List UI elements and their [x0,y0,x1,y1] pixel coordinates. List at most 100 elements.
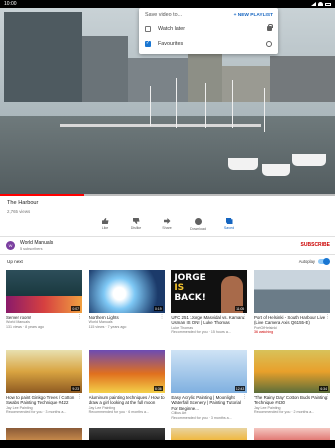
video-card-stats: 36 watching [253,330,274,335]
status-bar: 10:00 [0,0,335,8]
video-frame-building [4,12,82,102]
video-card[interactable]: 6:36 Aluminum painting techniques / How … [88,350,165,420]
more-options-icon[interactable]: ⋮ [242,394,247,400]
more-options-icon[interactable]: ⋮ [325,314,330,320]
thumbnail-caption-line: BACK! [174,293,206,303]
video-card[interactable] [253,428,330,440]
video-card[interactable]: Port of Helsinki - South Harbour Live (L… [253,270,330,335]
share-button[interactable]: Share [154,218,180,236]
video-card-stats: 131 views · 8 years ago [6,324,44,329]
autoplay-label: Autoplay [298,259,315,264]
video-thumbnail[interactable]: 0:07 [6,270,82,313]
video-card-stats: 115 views · 7 years ago [88,324,127,329]
video-card-stats: Recommended for you · 3 months a... [6,410,67,415]
video-thumbnail[interactable] [171,428,248,440]
more-options-icon[interactable]: ⋮ [325,394,330,400]
video-card[interactable]: 12:43 Easy Acrylic Painting | Moonlight … [171,350,248,420]
video-thumbnail[interactable]: JORGE IS BACK! 11:05 [171,270,248,313]
video-card[interactable]: 6:34 'The Rainy Day' Cotton Buds Paintin… [253,350,330,420]
dislike-button[interactable]: Dislike [123,218,149,236]
video-card[interactable]: 9:23 How to paint Ginkgo Trees / Cotton … [6,350,82,420]
more-options-icon[interactable]: ⋮ [77,394,82,400]
video-card[interactable] [171,428,248,440]
more-options-icon[interactable]: ⋮ [242,314,247,320]
video-card-title: UFC 251 :Jorge Masvidal vs. Kamaru Usman… [171,315,245,326]
video-card[interactable]: 0:19 Northern Lights World Manuals 115 v… [88,270,165,335]
video-thumbnail[interactable]: 6:34 [253,350,330,393]
video-thumbnail[interactable]: 12:43 [171,350,248,393]
share-label: Share [162,226,172,230]
video-card-title: Easy Acrylic Painting | Moonlight Waterf… [171,395,241,411]
video-duration: 0:19 [154,306,163,311]
video-frame-mast [232,80,233,128]
video-thumbnail[interactable]: 6:36 [88,350,165,393]
thumb-up-icon [101,218,109,224]
playlist-option-favourites[interactable]: ✓ Favourites [139,36,278,51]
watch-later-checkbox[interactable] [145,25,151,32]
video-card-stats: Recommended for you · 2 months a... [253,410,315,415]
video-frame-building [222,66,270,102]
video-title: The Harbour [7,200,39,206]
save-dialog-header: Save video to... + NEW PLAYLIST [139,8,278,21]
subscribe-button[interactable]: SUBSCRIBE [301,242,330,248]
video-thumbnail[interactable] [88,428,165,440]
channel-info[interactable]: World Manuals 5 subscribers [20,240,301,251]
like-button[interactable]: Like [92,218,118,236]
video-frame-boat [228,158,258,170]
video-card[interactable]: 0:07 Server room! World Manuals 131 view… [6,270,82,335]
autoplay-control: Autoplay [298,258,330,265]
video-card-stats: Recommended for you · 15 hours a... [171,330,231,335]
battery-icon [325,2,331,6]
system-navigation-bar [0,440,335,448]
download-button[interactable]: Download [185,218,211,236]
video-card-stats: Recommended for you · 6 months a... [88,410,149,415]
video-thumbnail[interactable]: 9:23 [6,350,82,393]
video-frame-mast [176,78,177,128]
video-thumbnail[interactable] [253,270,330,313]
channel-avatar[interactable]: W [6,240,15,250]
video-card-title: Port of Helsinki - South Harbour Live (L… [253,315,326,326]
video-frame-boat [292,154,326,166]
video-thumbnail[interactable]: 0:19 [88,270,165,313]
video-card[interactable]: JORGE IS BACK! 11:05 UFC 251 :Jorge Masv… [171,270,248,335]
thumbnail-caption: JORGE IS BACK! [174,273,206,303]
video-card-title: How to paint Ginkgo Trees / Cotton Swabs… [6,395,75,406]
video-frame-mast [150,86,151,126]
new-playlist-button[interactable]: + NEW PLAYLIST [234,13,273,18]
video-actions: Like Dislike Share Download Saved [92,218,242,236]
dislike-label: Dislike [130,226,142,230]
video-frame-building [82,36,128,102]
thumbnail-caption-line: IS [174,283,185,293]
favourites-checkbox[interactable]: ✓ [145,40,151,47]
saved-icon [225,218,233,224]
more-options-icon[interactable]: ⋮ [160,314,165,320]
download-icon [194,218,202,225]
video-duration: 6:34 [319,386,328,391]
video-duration: 9:23 [71,386,80,391]
autoplay-toggle[interactable] [318,258,330,265]
video-card-stats: Recommended for you · 3 months a... [171,415,232,420]
video-frame-mast [205,83,206,128]
playlist-option-watch-later[interactable]: Watch later [139,21,278,36]
video-duration: 11:05 [235,306,246,311]
video-card-title: 'The Rainy Day' Cotton Buds Painting Tec… [253,395,328,406]
saved-button[interactable]: Saved [216,218,242,236]
up-next-label: Up next [7,259,23,264]
video-thumbnail[interactable] [253,428,330,440]
video-card[interactable] [88,428,165,440]
more-options-icon[interactable]: ⋮ [160,394,165,400]
video-duration: 12:43 [234,386,246,391]
video-thumbnail[interactable] [6,428,82,440]
status-time: 10:00 [4,1,17,7]
download-label: Download [190,227,206,231]
video-progress-fill [0,194,84,196]
more-options-icon[interactable]: ⋮ [77,314,82,320]
globe-icon [266,40,272,47]
video-card[interactable] [6,428,82,440]
video-frame-building [128,58,188,102]
video-frame-boat [262,164,290,176]
channel-row: W World Manuals 5 subscribers SUBSCRIBE [6,238,330,252]
share-icon [163,218,171,224]
recommendation-row: 0:07 Server room! World Manuals 131 view… [6,270,330,335]
recommendation-row [6,428,330,440]
